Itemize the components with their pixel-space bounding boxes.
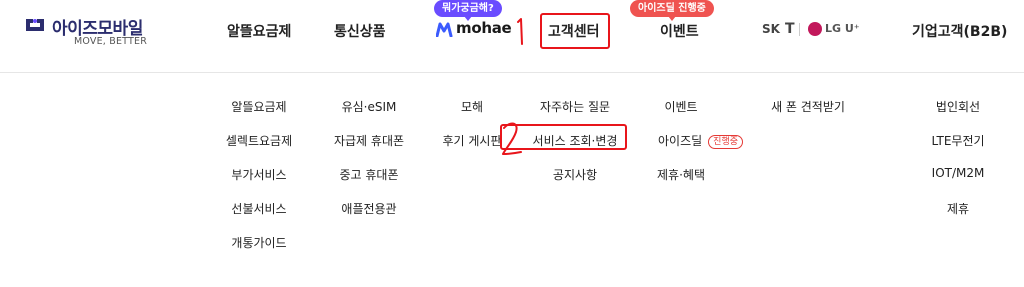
menu-products-usim[interactable]: 유심·eSIM: [342, 98, 397, 115]
lgu-logo-icon: [808, 22, 822, 36]
header: 아이즈모바일 MOVE, BETTER 알뜰요금제 통신상품 뭐가궁금해? mo…: [0, 0, 1024, 73]
menu-products-used[interactable]: 중고 휴대폰: [339, 166, 398, 183]
carrier-kt[interactable]: T: [785, 21, 795, 37]
logo-mark-icon: [26, 19, 44, 31]
nav-support[interactable]: 고객센터: [548, 21, 600, 41]
event-bubble: 아이즈딜 진행중: [630, 0, 714, 21]
ongoing-badge: 진행중: [708, 135, 744, 149]
menu-new-phone-quote[interactable]: 새 폰 견적받기: [771, 98, 845, 115]
mohae-icon: [436, 22, 453, 37]
nav-event[interactable]: 이벤트: [660, 21, 699, 41]
menu-lte-radio[interactable]: LTE무전기: [931, 132, 984, 149]
menu-iot-m2m[interactable]: IOT/M2M: [932, 166, 985, 180]
carrier-sk[interactable]: SK: [762, 22, 780, 36]
menu-plans-addon[interactable]: 부가서비스: [231, 166, 286, 183]
nav-products[interactable]: 통신상품: [334, 21, 386, 41]
mohae-bubble: 뭐가궁금해?: [434, 0, 502, 21]
menu-izdeal-label: 아이즈딜: [658, 134, 703, 148]
menu-plans-guide[interactable]: 개통가이드: [231, 234, 286, 251]
menu-corporate-line[interactable]: 법인회선: [936, 98, 980, 115]
mohae-label: mohae: [456, 19, 512, 37]
menu-plans-prepaid[interactable]: 선불서비스: [231, 200, 286, 217]
menu-products-apple[interactable]: 애플전용관: [341, 200, 396, 217]
carrier-divider: [799, 23, 800, 36]
menu-review-board[interactable]: 후기 게시판: [442, 132, 501, 149]
menu-faq[interactable]: 자주하는 질문: [540, 98, 610, 115]
menu-partnership[interactable]: 제휴: [947, 200, 969, 217]
menu-notice[interactable]: 공지사항: [553, 166, 597, 183]
menu-products-unlocked[interactable]: 자급제 휴대폰: [334, 132, 404, 149]
nav-business[interactable]: 기업고객(B2B): [912, 21, 1007, 41]
page: 아이즈모바일 MOVE, BETTER 알뜰요금제 통신상품 뭐가궁금해? mo…: [0, 0, 1024, 287]
menu-mohae[interactable]: 모해: [461, 98, 483, 115]
menu-plans-budget[interactable]: 알뜰요금제: [231, 98, 286, 115]
logo-slogan: MOVE, BETTER: [74, 36, 148, 47]
menu-partnership-benefits[interactable]: 제휴·혜택: [657, 166, 705, 183]
logo[interactable]: 아이즈모바일 MOVE, BETTER: [22, 12, 162, 48]
menu-event[interactable]: 이벤트: [664, 98, 697, 115]
nav-plans[interactable]: 알뜰요금제: [227, 21, 291, 41]
annotation-two-stroke: [502, 122, 522, 155]
lgu-label: LG U⁺: [825, 22, 860, 35]
menu-plans-select[interactable]: 셀렉트요금제: [226, 132, 292, 149]
menu-service-lookup[interactable]: 서비스 조회·변경: [533, 132, 618, 149]
menu-izdeal[interactable]: 아이즈딜 진행중: [658, 132, 744, 149]
